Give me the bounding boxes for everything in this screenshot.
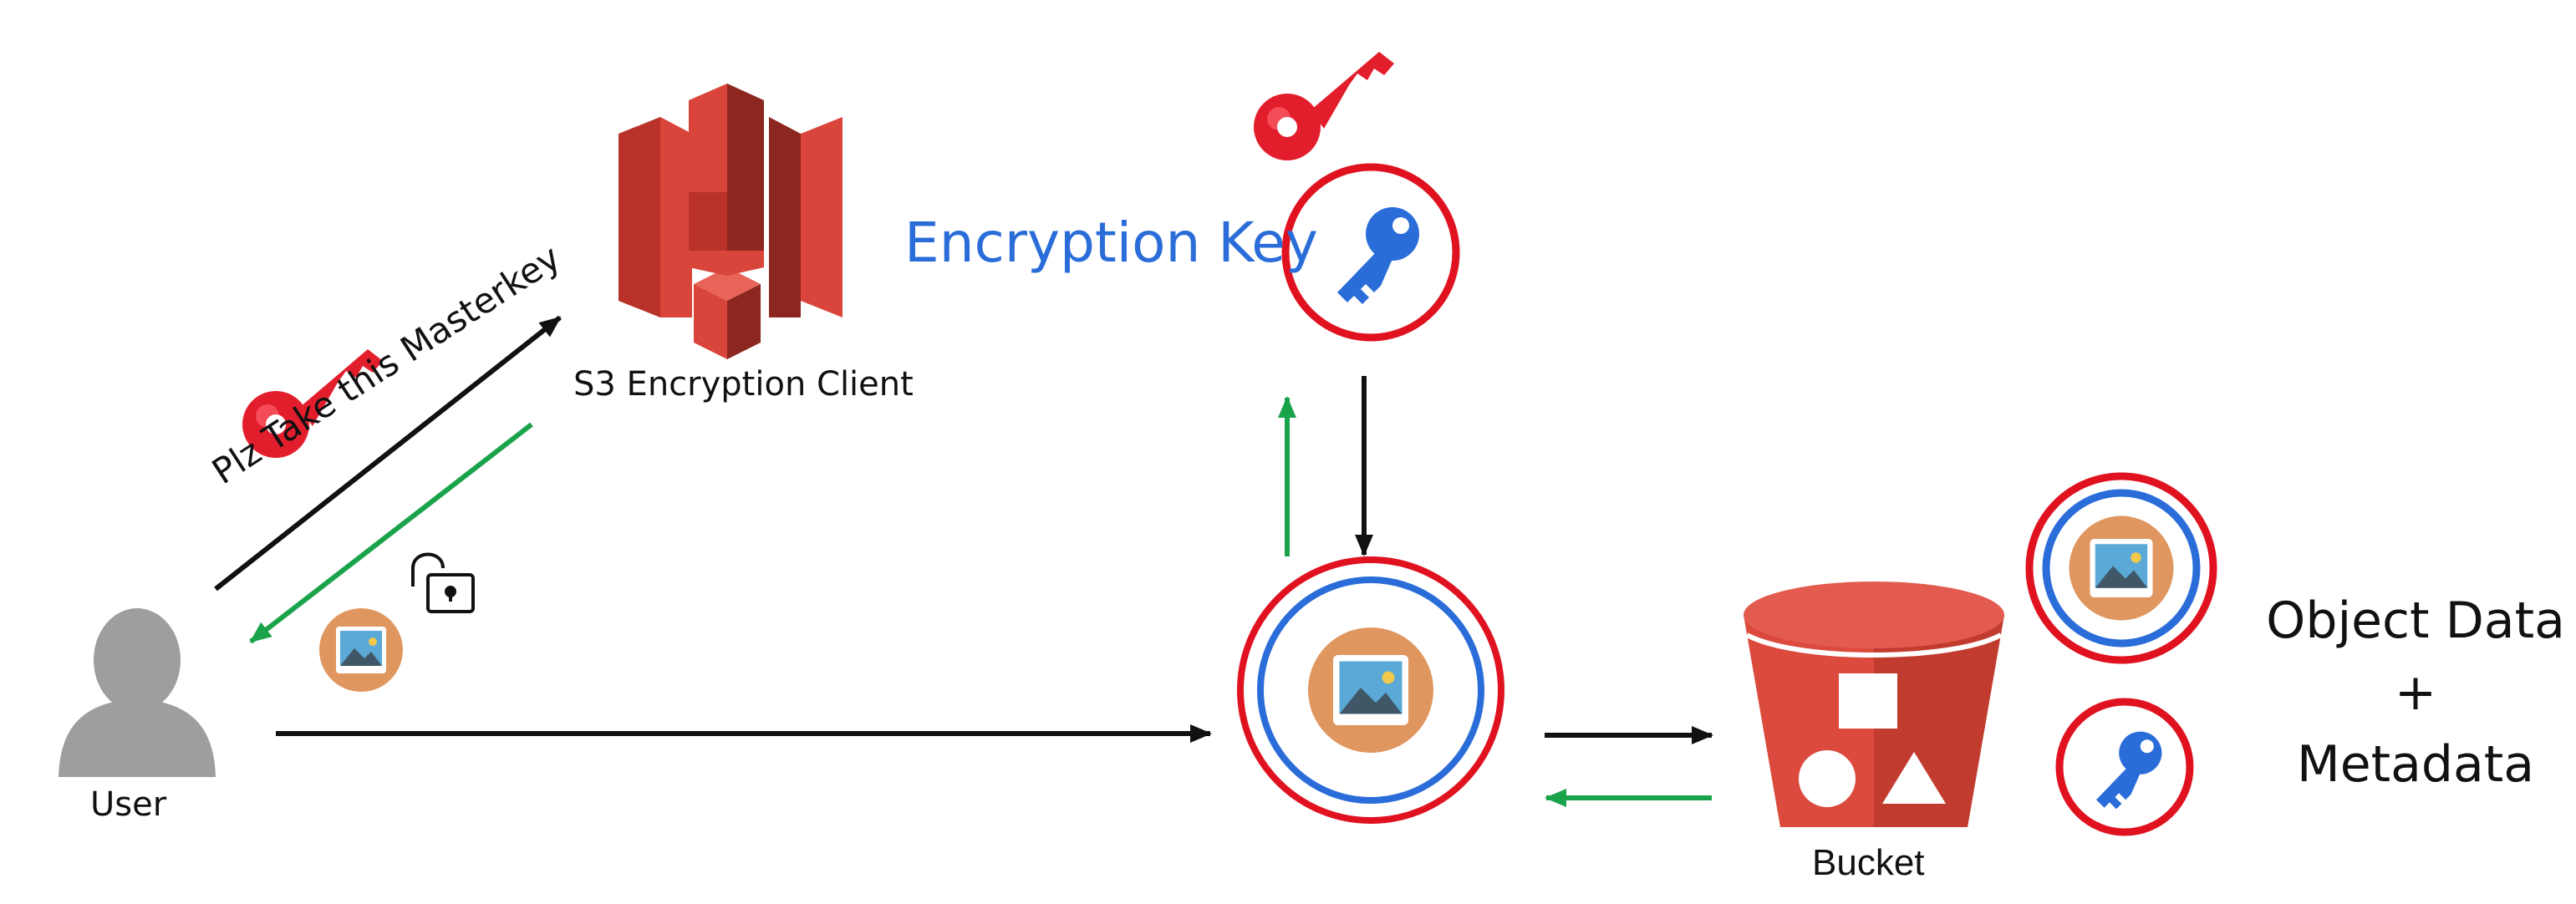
diagram-canvas — [59, 52, 2217, 836]
master-key-icon — [1254, 52, 1394, 160]
object-data-label: Object Data — [2266, 592, 2565, 650]
return-arrow-to-user — [249, 422, 533, 644]
user-icon — [59, 608, 216, 777]
image-icon — [319, 608, 403, 692]
bucket-label: Bucket — [1812, 842, 1925, 883]
object-data-metadata-text: Object Data + Metadata — [2257, 585, 2574, 800]
metadata-label: Metadata — [2296, 735, 2535, 794]
plus-label: + — [2394, 663, 2437, 722]
bucket-icon — [1744, 582, 2004, 827]
encryption-key-label: Encryption Key — [904, 211, 1318, 275]
s3-bucket-logo-icon — [619, 84, 843, 359]
unlock-icon — [411, 552, 475, 613]
s3-encryption-client-label: S3 Encryption Client — [573, 365, 914, 404]
metadata-key-icon — [2055, 698, 2194, 836]
encrypted-object-icon — [1237, 556, 1504, 824]
object-data-icon — [2025, 472, 2217, 664]
user-label: User — [90, 785, 167, 824]
